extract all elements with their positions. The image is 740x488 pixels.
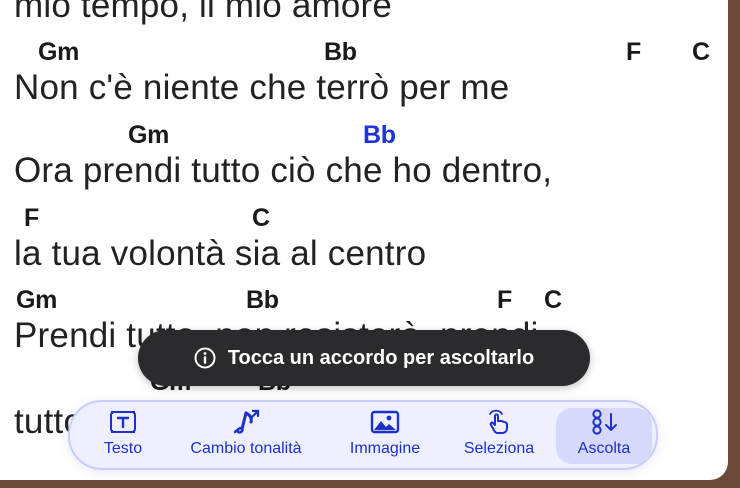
text-box-icon [108, 408, 138, 436]
chord-c[interactable]: C [692, 38, 710, 67]
chord-bb[interactable]: Bb [324, 38, 357, 67]
transpose-icon [229, 408, 263, 436]
hint-toast: Tocca un accordo per ascoltarlo [138, 330, 590, 386]
tool-label: Seleziona [463, 440, 535, 457]
chord-gm[interactable]: Gm [38, 38, 79, 67]
tool-cambio-tonalita-button[interactable]: Cambio tonalità [180, 408, 312, 464]
chord-row: Gm Bb F C [0, 38, 728, 66]
tool-seleziona-button[interactable]: Seleziona [454, 408, 544, 464]
chord-c[interactable]: C [252, 204, 270, 233]
chord-row: Gm Bb F C [0, 286, 728, 314]
tool-label: Testo [103, 440, 143, 457]
tool-label: Immagine [349, 440, 421, 457]
bottom-toolbar: Testo Cambio tonalità Immagine Seleziona… [68, 400, 658, 470]
tool-ascolta-button[interactable]: Ascolta [556, 408, 652, 464]
chord-bb-active[interactable]: Bb [363, 121, 396, 150]
tool-label: Ascolta [577, 440, 631, 457]
image-icon [370, 408, 400, 436]
lyric-line: Non c'è niente che terrò per me [14, 68, 510, 107]
chord-f[interactable]: F [497, 286, 512, 315]
tap-hand-icon [484, 408, 514, 436]
listen-note-icon [587, 408, 621, 436]
chord-f[interactable]: F [24, 204, 39, 233]
tool-label: Cambio tonalità [190, 440, 302, 457]
tool-immagine-button[interactable]: Immagine [338, 408, 432, 464]
chord-row: Gm Bb [0, 121, 728, 149]
chord-gm[interactable]: Gm [128, 121, 169, 150]
tool-testo-button[interactable]: Testo [88, 408, 158, 464]
chord-gm[interactable]: Gm [16, 286, 57, 315]
lyric-line: Ora prendi tutto ciò che ho dentro, [14, 151, 553, 190]
lyric-line: mio tempo, il mio amore [14, 0, 393, 25]
song-sheet: mio tempo, il mio amore Gm Bb F C Non c'… [0, 0, 728, 480]
info-icon [194, 347, 216, 369]
toast-message: Tocca un accordo per ascoltarlo [227, 346, 535, 369]
chord-row: F C [0, 204, 728, 232]
chord-bb[interactable]: Bb [246, 286, 279, 315]
chord-c[interactable]: C [544, 286, 562, 315]
lyric-line: la tua volontà sia al centro [14, 234, 427, 273]
chord-f[interactable]: F [626, 38, 641, 67]
